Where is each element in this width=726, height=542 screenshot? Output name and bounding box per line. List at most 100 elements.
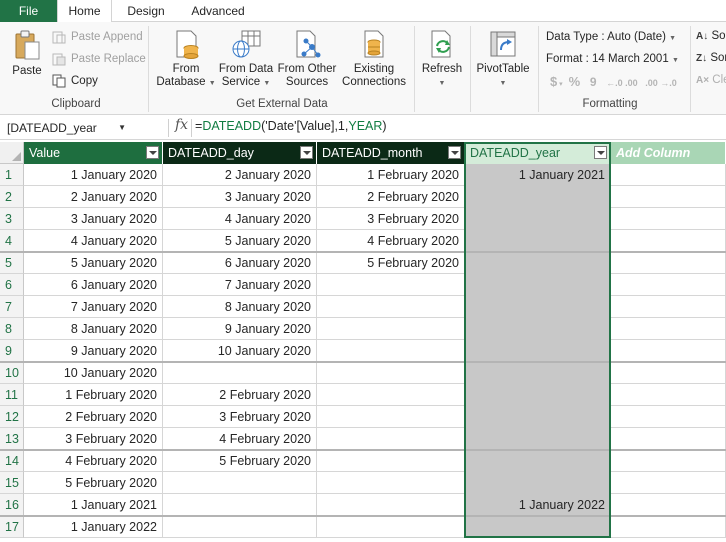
paste-append-button[interactable]: Paste Append (52, 28, 143, 46)
existing-connections-button[interactable]: Existing Connections (340, 26, 408, 96)
table-cell[interactable]: 7 January 2020 (163, 274, 317, 296)
table-cell[interactable] (611, 340, 726, 362)
table-cell[interactable]: 3 January 2020 (163, 186, 317, 208)
table-cell[interactable]: 1 January 2021 (465, 164, 611, 186)
row-header[interactable]: 9 (0, 340, 24, 362)
table-cell[interactable]: 1 January 2022 (465, 494, 611, 516)
table-cell[interactable]: 1 February 2020 (317, 164, 465, 186)
table-cell[interactable] (611, 450, 726, 472)
filter-dropdown-icon[interactable] (448, 146, 461, 159)
table-cell[interactable]: 2 January 2020 (163, 164, 317, 186)
format-dropdown[interactable]: Format : 14 March 2001 ▼ (546, 53, 679, 65)
chevron-down-icon[interactable]: ▼ (118, 118, 126, 138)
clear-sort-button[interactable]: A× Cle (696, 74, 726, 86)
row-header[interactable]: 10 (0, 362, 24, 384)
table-cell[interactable]: 5 February 2020 (317, 252, 465, 274)
from-data-service-button[interactable]: From Data Service ▼ (216, 26, 276, 96)
table-cell[interactable] (465, 428, 611, 450)
table-cell[interactable] (611, 318, 726, 340)
table-cell[interactable]: 6 January 2020 (24, 274, 163, 296)
table-cell[interactable]: 4 February 2020 (24, 450, 163, 472)
from-other-sources-button[interactable]: From Other Sources (276, 26, 338, 96)
table-cell[interactable] (317, 450, 465, 472)
table-cell[interactable] (317, 472, 465, 494)
row-header[interactable]: 16 (0, 494, 24, 516)
table-cell[interactable] (465, 340, 611, 362)
table-cell[interactable]: 4 January 2020 (163, 208, 317, 230)
row-header[interactable]: 8 (0, 318, 24, 340)
formula-input[interactable]: =DATEADD('Date'[Value],1,YEAR) (195, 119, 387, 133)
table-cell[interactable] (317, 384, 465, 406)
table-cell[interactable] (163, 494, 317, 516)
paste-replace-button[interactable]: Paste Replace (52, 50, 146, 68)
select-all-corner[interactable] (0, 142, 24, 164)
column-header-dateadd-day[interactable]: DATEADD_day (163, 142, 317, 164)
table-cell[interactable] (611, 252, 726, 274)
table-cell[interactable]: 3 February 2020 (24, 428, 163, 450)
table-cell[interactable]: 9 January 2020 (24, 340, 163, 362)
table-cell[interactable] (465, 472, 611, 494)
table-cell[interactable]: 10 January 2020 (163, 340, 317, 362)
column-header-value[interactable]: Value (24, 142, 163, 164)
row-header[interactable]: 14 (0, 450, 24, 472)
column-header-dateadd-month[interactable]: DATEADD_month (317, 142, 465, 164)
table-cell[interactable]: 1 January 2020 (24, 164, 163, 186)
table-cell[interactable] (465, 230, 611, 252)
table-cell[interactable]: 3 February 2020 (163, 406, 317, 428)
table-cell[interactable]: 4 February 2020 (163, 428, 317, 450)
row-header[interactable]: 4 (0, 230, 24, 252)
table-cell[interactable]: 1 January 2021 (24, 494, 163, 516)
percent-button[interactable]: % (569, 74, 581, 89)
table-cell[interactable]: 6 January 2020 (163, 252, 317, 274)
row-header[interactable]: 15 (0, 472, 24, 494)
table-cell[interactable] (465, 274, 611, 296)
table-cell[interactable] (611, 472, 726, 494)
table-cell[interactable] (611, 362, 726, 384)
table-cell[interactable]: 8 January 2020 (163, 296, 317, 318)
table-cell[interactable] (465, 186, 611, 208)
thousands-button[interactable]: 9 (590, 75, 597, 89)
table-cell[interactable] (465, 450, 611, 472)
table-cell[interactable] (317, 318, 465, 340)
table-cell[interactable] (465, 362, 611, 384)
row-header[interactable]: 6 (0, 274, 24, 296)
table-cell[interactable]: 3 February 2020 (317, 208, 465, 230)
table-cell[interactable]: 7 January 2020 (24, 296, 163, 318)
row-header[interactable]: 7 (0, 296, 24, 318)
table-cell[interactable] (317, 516, 465, 538)
table-cell[interactable] (317, 428, 465, 450)
table-cell[interactable] (317, 296, 465, 318)
tab-file[interactable]: File (0, 0, 57, 22)
row-header[interactable]: 13 (0, 428, 24, 450)
table-cell[interactable]: 9 January 2020 (163, 318, 317, 340)
table-cell[interactable] (465, 384, 611, 406)
add-column-header[interactable]: Add Column (611, 142, 726, 164)
filter-dropdown-icon[interactable] (146, 146, 159, 159)
table-cell[interactable]: 2 January 2020 (24, 186, 163, 208)
table-cell[interactable] (611, 384, 726, 406)
fx-icon[interactable]: fx (175, 117, 188, 133)
table-cell[interactable] (611, 296, 726, 318)
column-header-dateadd-year[interactable]: DATEADD_year (465, 142, 611, 164)
table-cell[interactable]: 4 January 2020 (24, 230, 163, 252)
name-box[interactable]: [DATEADD_year ▼ (4, 118, 128, 138)
table-cell[interactable] (465, 296, 611, 318)
paste-button[interactable]: Paste (6, 26, 48, 96)
table-cell[interactable] (611, 164, 726, 186)
data-type-dropdown[interactable]: Data Type : Auto (Date) ▼ (546, 31, 676, 43)
table-cell[interactable] (611, 186, 726, 208)
row-header[interactable]: 1 (0, 164, 24, 186)
table-cell[interactable]: 10 January 2020 (24, 362, 163, 384)
table-cell[interactable] (317, 494, 465, 516)
row-header[interactable]: 11 (0, 384, 24, 406)
table-cell[interactable]: 5 January 2020 (24, 252, 163, 274)
filter-dropdown-icon[interactable] (594, 146, 607, 159)
table-cell[interactable]: 1 February 2020 (24, 384, 163, 406)
table-cell[interactable] (163, 362, 317, 384)
table-cell[interactable]: 3 January 2020 (24, 208, 163, 230)
table-cell[interactable] (163, 472, 317, 494)
row-header[interactable]: 5 (0, 252, 24, 274)
table-cell[interactable]: 5 January 2020 (163, 230, 317, 252)
table-cell[interactable] (317, 362, 465, 384)
table-cell[interactable] (465, 208, 611, 230)
